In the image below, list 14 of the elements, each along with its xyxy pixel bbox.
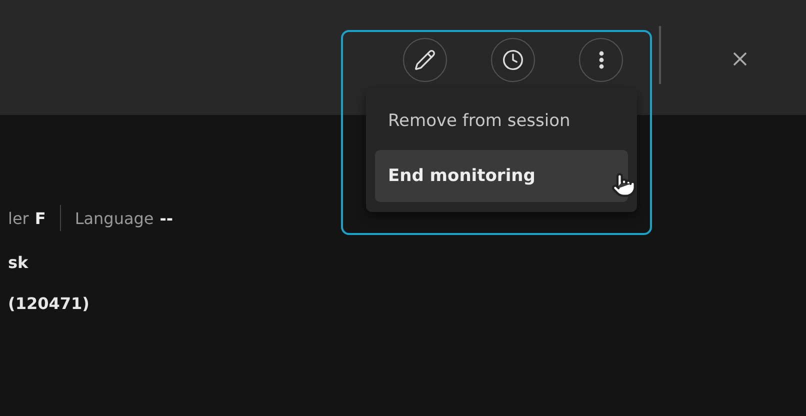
field-value: F — [34, 208, 46, 228]
detail-text: sk — [8, 253, 30, 272]
detail-text: (120471) — [8, 294, 90, 313]
pencil-icon — [414, 49, 436, 71]
clock-icon — [502, 49, 524, 71]
menu-item[interactable]: Remove from session — [375, 100, 628, 142]
history-button[interactable] — [491, 38, 535, 82]
edit-button[interactable] — [403, 38, 447, 82]
more-button[interactable] — [579, 38, 623, 82]
field-label: ler — [8, 208, 29, 228]
field-label: Language — [74, 208, 154, 228]
field-value: -- — [160, 208, 174, 228]
menu-item[interactable]: End monitoring — [375, 150, 628, 202]
more-icon — [598, 51, 604, 69]
